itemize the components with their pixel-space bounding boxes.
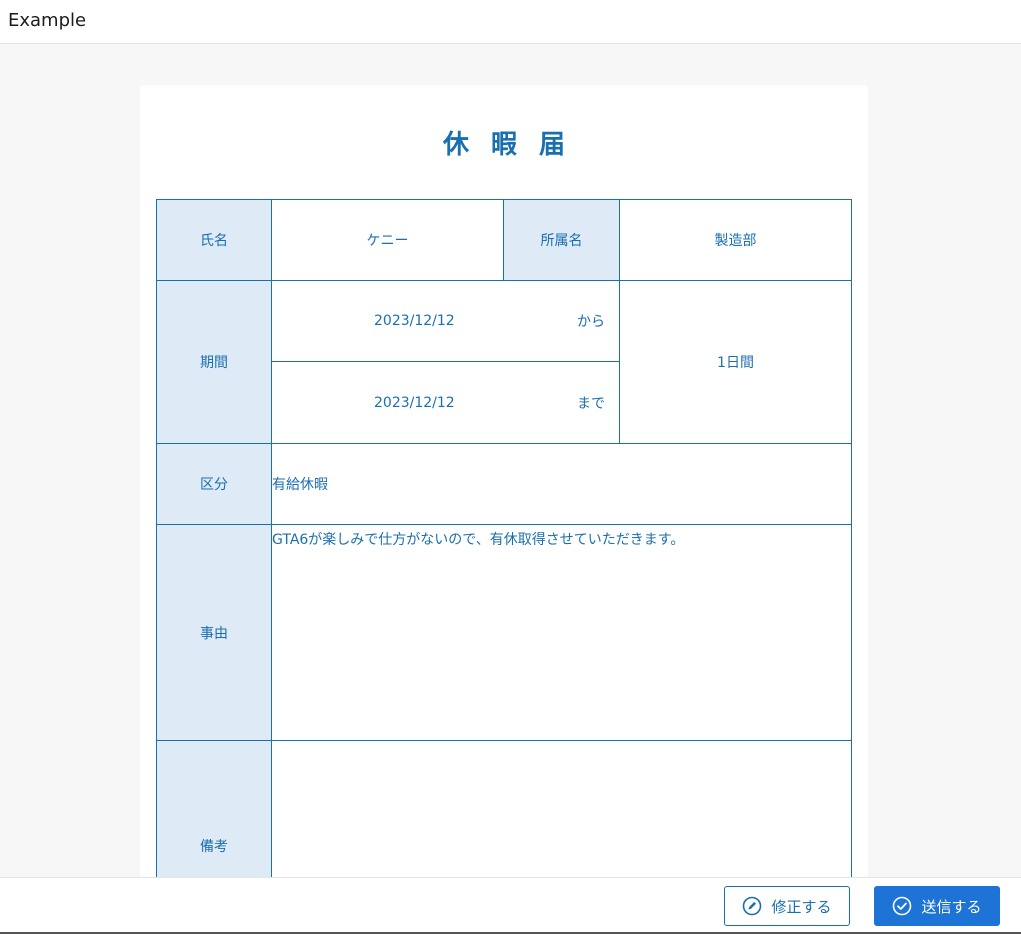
period-end-date: 2023/12/12 — [374, 394, 455, 411]
leave-request-form: 休暇届 氏名 ケニー 所属名 製造部 期間 2023/12/12 から 2023… — [140, 85, 868, 877]
period-start-suffix: から — [577, 314, 605, 330]
name-value: ケニー — [271, 199, 504, 281]
reason-label: 事由 — [156, 524, 272, 741]
app-header: Example — [0, 0, 1021, 44]
period-days: 1日間 — [619, 280, 852, 444]
department-label: 所属名 — [503, 199, 620, 281]
period-label: 期間 — [156, 280, 272, 444]
edit-button-label: 修正する — [771, 897, 832, 916]
edit-button[interactable]: 修正する — [724, 886, 850, 926]
period-end-suffix: まで — [577, 395, 605, 412]
pencil-circle-icon — [742, 896, 762, 916]
content-area[interactable]: 休暇届 氏名 ケニー 所属名 製造部 期間 2023/12/12 から 2023… — [0, 45, 1021, 877]
form-title: 休暇届 — [442, 130, 587, 160]
category-label: 区分 — [156, 443, 272, 525]
app-title: Example — [8, 10, 87, 31]
period-start-row: 2023/12/12 から — [271, 280, 620, 362]
department-value: 製造部 — [619, 199, 852, 281]
check-circle-icon — [892, 896, 912, 916]
footer-toolbar: 修正する 送信する — [0, 877, 1021, 934]
name-label: 氏名 — [156, 199, 272, 281]
remarks-label: 備考 — [156, 740, 272, 877]
period-end-row: 2023/12/12 まで — [271, 361, 620, 444]
send-button[interactable]: 送信する — [874, 886, 1000, 926]
period-start-date: 2023/12/12 — [374, 313, 455, 329]
category-value: 有給休暇 — [271, 443, 852, 525]
send-button-label: 送信する — [921, 897, 982, 916]
remarks-value — [271, 740, 852, 877]
reason-value: GTA6が楽しみで仕方がないので、有休取得させていただきます。 — [271, 524, 852, 741]
